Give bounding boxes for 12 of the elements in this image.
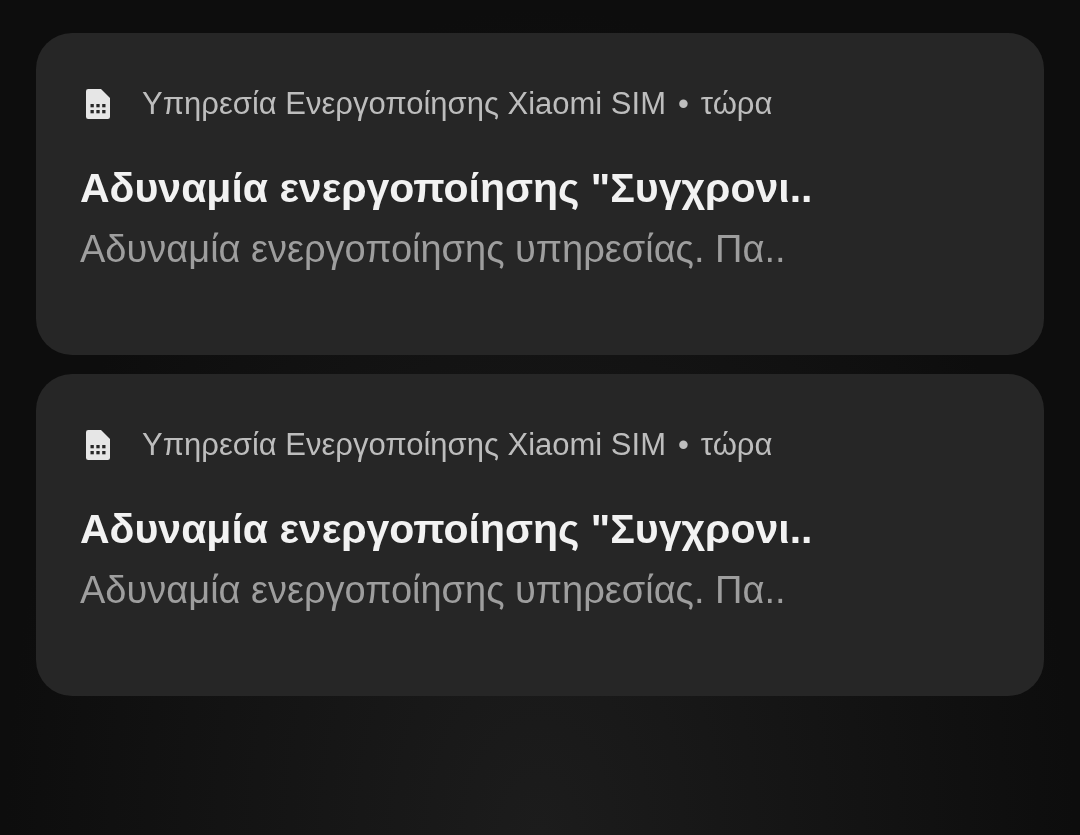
separator-dot: • xyxy=(678,425,689,464)
notification-card[interactable]: Υπηρεσία Ενεργοποίησης Xiaomi SIM • τώρα Αδυναμία ενεργοποίησης "Συγχρονι.. Αδυναμία ενεργοποίησης υπηρεσίας. Πα.. xyxy=(36,374,1044,696)
notification-body: Αδυναμία ενεργοποίησης υπηρεσίας. Πα.. xyxy=(80,568,786,613)
notification-card[interactable]: Υπηρεσία Ενεργοποίησης Xiaomi SIM • τώρα Αδυναμία ενεργοποίησης "Συγχρονι.. Αδυναμία ενεργοποίησης υπηρεσίας. Πα.. xyxy=(36,33,1044,355)
notification-title: Αδυναμία ενεργοποίησης "Συγχρονι.. xyxy=(80,164,813,213)
app-name: Υπηρεσία Ενεργοποίησης Xiaomi SIM xyxy=(142,84,666,123)
separator-dot: • xyxy=(678,84,689,123)
timestamp: τώρα xyxy=(700,84,773,123)
app-name: Υπηρεσία Ενεργοποίησης Xiaomi SIM xyxy=(142,425,666,464)
notification-body: Αδυναμία ενεργοποίησης υπηρεσίας. Πα.. xyxy=(80,227,786,272)
timestamp: τώρα xyxy=(700,425,773,464)
notification-title: Αδυναμία ενεργοποίησης "Συγχρονι.. xyxy=(80,505,813,554)
